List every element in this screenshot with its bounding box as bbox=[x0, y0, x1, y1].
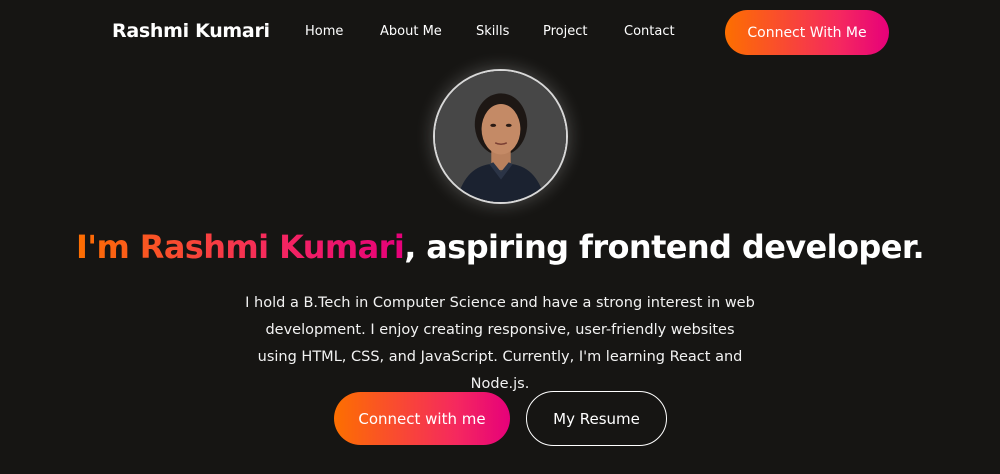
nav-link-about-me[interactable]: About Me bbox=[380, 24, 442, 39]
nav-link-project[interactable]: Project bbox=[543, 24, 587, 39]
hero-headline: I'm Rashmi Kumari, aspiring frontend dev… bbox=[0, 228, 1000, 266]
nav-link-skills[interactable]: Skills bbox=[476, 24, 509, 39]
connect-with-me-button[interactable]: Connect with me bbox=[334, 392, 510, 445]
profile-avatar bbox=[433, 69, 568, 204]
hero-bio: I hold a B.Tech in Computer Science and … bbox=[245, 295, 755, 392]
portfolio-page: Rashmi Kumari Home About Me Skills Proje… bbox=[0, 0, 1000, 474]
connect-with-me-nav-button[interactable]: Connect With Me bbox=[725, 10, 889, 55]
navbar: Rashmi Kumari Home About Me Skills Proje… bbox=[0, 0, 1000, 66]
profile-photo-illustration bbox=[435, 71, 566, 202]
hero-name-highlight: I'm Rashmi Kumari bbox=[75, 228, 405, 266]
site-logo[interactable]: Rashmi Kumari bbox=[112, 20, 270, 42]
nav-link-home[interactable]: Home bbox=[305, 24, 343, 39]
hero-headline-rest: , aspiring frontend developer. bbox=[404, 228, 925, 266]
my-resume-button[interactable]: My Resume bbox=[526, 391, 667, 446]
nav-link-contact[interactable]: Contact bbox=[624, 24, 675, 39]
